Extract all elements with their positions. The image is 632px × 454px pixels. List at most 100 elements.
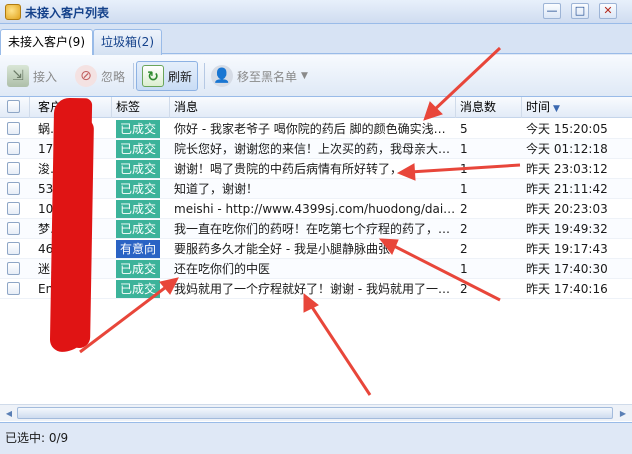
cell-message: 我妈就用了一个疗程就好了！谢谢 - 我妈就用了一… <box>174 282 450 296</box>
refresh-label: 刷新 <box>168 69 193 84</box>
row-checkbox[interactable] <box>7 122 20 135</box>
ignore-label: 忽略 <box>101 69 126 84</box>
cell-count: 2 <box>460 242 468 256</box>
toolbar-separator <box>133 63 134 89</box>
user-icon: 👤 <box>211 65 233 87</box>
status-badge: 已成交 <box>116 180 161 198</box>
toolbar: ⇲ 接入 ⊘ 忽略 ↻ 刷新 👤 移至黑名单 ▼ <box>0 55 632 97</box>
tab-trash[interactable]: 垃圾箱(2) <box>93 29 162 55</box>
cell-tag: 已成交 <box>112 219 170 239</box>
ignore-button[interactable]: ⊘ 忽略 <box>70 61 130 91</box>
table-row[interactable]: 46…0有意向要服药多久才能全好 - 我是小腿静脉曲张2昨天 19:17:43 <box>0 239 632 259</box>
table-row[interactable]: En…已成交我妈就用了一个疗程就好了！谢谢 - 我妈就用了一…2昨天 17:40… <box>0 279 632 299</box>
status-bar: 已选中: 0/9 <box>0 424 632 454</box>
column-header-count[interactable]: 消息数 <box>456 97 522 118</box>
row-checkbox[interactable] <box>7 162 20 175</box>
minimize-button[interactable]: — <box>543 3 561 19</box>
table-row[interactable]: 蜗…星已成交你好 - 我家老爷子 喝你院的药后 脚的颜色确实浅了…5今天 15:… <box>0 119 632 139</box>
scrollbar-thumb[interactable] <box>17 407 613 419</box>
cell-message: 知道了，谢谢！ <box>174 182 259 196</box>
cell-time: 昨天 17:40:30 <box>526 262 608 276</box>
window-title: 未接入客户列表 <box>25 6 110 20</box>
cell-count: 5 <box>460 122 468 136</box>
accept-label: 接入 <box>33 69 58 84</box>
row-checkbox[interactable] <box>7 202 20 215</box>
cell-time: 昨天 19:17:43 <box>526 242 608 256</box>
cell-time: 昨天 23:03:12 <box>526 162 608 176</box>
cell-message: 院长您好，谢谢您的来信！上次买的药，我母亲大… <box>174 142 451 156</box>
column-header-time-label: 时间 <box>526 100 551 114</box>
table-row[interactable]: 10…07已成交meishi - http://www.4399sj.com/h… <box>0 199 632 219</box>
cell-tag: 已成交 <box>112 159 170 179</box>
refresh-button[interactable]: ↻ 刷新 <box>136 61 199 91</box>
column-header-message[interactable]: 消息 <box>170 97 456 118</box>
status-badge: 已成交 <box>116 160 161 178</box>
cell-time: 昨天 19:49:32 <box>526 222 608 236</box>
column-header-tag[interactable]: 标签 <box>112 97 170 118</box>
app-icon <box>5 4 21 20</box>
blacklist-dropdown[interactable]: 👤 移至黑名单 ▼ <box>206 61 313 91</box>
cell-count: 1 <box>460 262 468 276</box>
customer-grid: 客户昵称 标签 消息 消息数 时间▼ 蜗…星已成交你好 - 我家老爷子 喝你院的… <box>0 97 632 423</box>
sort-desc-icon: ▼ <box>553 104 560 114</box>
cell-tag: 已成交 <box>112 279 170 299</box>
cell-count: 1 <box>460 182 468 196</box>
maximize-button[interactable]: □ <box>571 3 589 19</box>
row-checkbox[interactable] <box>7 262 20 275</box>
cell-count: 1 <box>460 162 468 176</box>
cell-time: 今天 15:20:05 <box>526 122 608 136</box>
status-badge: 已成交 <box>116 200 161 218</box>
select-all-checkbox[interactable] <box>7 100 20 113</box>
redaction-scribble <box>67 117 95 349</box>
horizontal-scrollbar[interactable]: ◀ ▶ <box>0 404 632 421</box>
cell-message: 谢谢！喝了贵院的中药后病情有所好转了，… <box>174 162 415 176</box>
status-badge: 已成交 <box>116 140 161 158</box>
cell-tag: 已成交 <box>112 119 170 139</box>
cell-tag: 已成交 <box>112 139 170 159</box>
table-row[interactable]: 迷…返.已成交还在吃你们的中医1昨天 17:40:30 <box>0 259 632 279</box>
tab-unaccepted[interactable]: 未接入客户(9) <box>0 29 93 55</box>
table-row[interactable]: 17…89已成交院长您好，谢谢您的来信！上次买的药，我母亲大…1今天 01:12… <box>0 139 632 159</box>
select-all-cell <box>0 97 30 118</box>
cell-message: meishi - http://www.4399sj.com/huodong/d… <box>174 202 456 216</box>
row-checkbox[interactable] <box>7 182 20 195</box>
accept-icon: ⇲ <box>7 65 29 87</box>
cell-tag: 已成交 <box>112 199 170 219</box>
chevron-down-icon: ▼ <box>301 71 308 81</box>
cell-message: 要服药多久才能全好 - 我是小腿静脉曲张 <box>174 242 390 256</box>
status-badge: 已成交 <box>116 120 161 138</box>
cell-message: 我一直在吃你们的药呀！在吃第七个疗程的药了，… <box>174 222 451 236</box>
cell-time: 昨天 17:40:16 <box>526 282 608 296</box>
cell-time: 昨天 20:23:03 <box>526 202 608 216</box>
cell-message: 你好 - 我家老爷子 喝你院的药后 脚的颜色确实浅了… <box>174 122 456 136</box>
row-checkbox[interactable] <box>7 142 20 155</box>
scroll-right-icon[interactable]: ▶ <box>615 406 631 421</box>
table-row[interactable]: 梦… 已成交 我一直在吃你们的药呀！在吃第七个疗程的药了，… 2 昨天 19:49:32 <box>0 219 632 239</box>
table-row[interactable]: 浚…夏E已成交谢谢！喝了贵院的中药后病情有所好转了，…1昨天 23:03:12 <box>0 159 632 179</box>
ignore-icon: ⊘ <box>75 65 97 87</box>
cell-count: 2 <box>460 282 468 296</box>
cell-count: 1 <box>460 142 468 156</box>
table-row[interactable]: 53…2已成交知道了，谢谢！1昨天 21:11:42 <box>0 179 632 199</box>
cell-tag: 已成交 <box>112 179 170 199</box>
accept-button[interactable]: ⇲ 接入 <box>2 61 62 91</box>
status-badge: 已成交 <box>116 220 161 238</box>
toolbar-separator <box>204 63 205 89</box>
status-badge: 已成交 <box>116 280 161 298</box>
refresh-icon: ↻ <box>142 65 164 87</box>
row-checkbox[interactable] <box>7 242 20 255</box>
blacklist-label: 移至黑名单 <box>237 69 298 84</box>
close-button[interactable]: ✕ <box>599 3 617 19</box>
column-header-time[interactable]: 时间 ▼ <box>522 97 632 118</box>
scroll-left-icon[interactable]: ◀ <box>1 406 17 421</box>
cell-message: 还在吃你们的中医 <box>174 262 271 276</box>
cell-time: 昨天 21:11:42 <box>526 182 608 196</box>
row-checkbox[interactable] <box>7 222 20 235</box>
selection-count: 已选中: 0/9 <box>5 431 69 445</box>
cell-tag: 已成交 <box>112 259 170 279</box>
grid-header: 客户昵称 标签 消息 消息数 时间▼ <box>0 97 632 118</box>
cell-count: 2 <box>460 202 468 216</box>
cell-tag: 有意向 <box>112 239 170 259</box>
row-checkbox[interactable] <box>7 282 20 295</box>
tab-strip: 未接入客户(9) 垃圾箱(2) <box>0 24 632 55</box>
